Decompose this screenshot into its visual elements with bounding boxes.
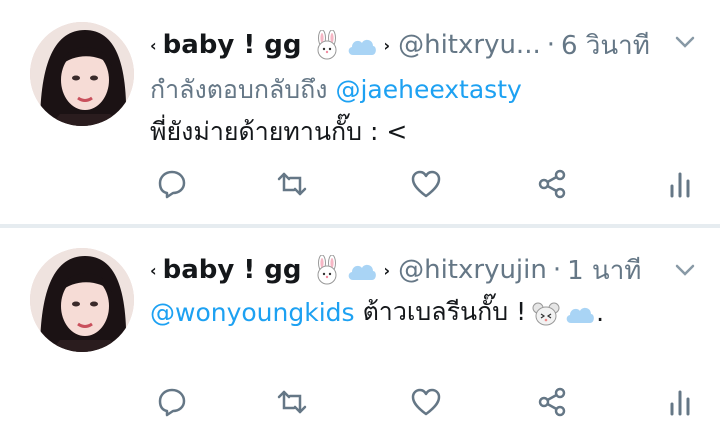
cloud-emoji: [564, 298, 596, 327]
handle[interactable]: @hitxryujin: [398, 255, 547, 285]
tweet[interactable]: ‹ baby ! gg › @h: [0, 0, 720, 224]
tweet-header: ‹ baby ! gg › @h: [150, 25, 650, 65]
cloud-emoji: [346, 30, 378, 60]
avatar[interactable]: [30, 22, 134, 126]
name-prefix: ‹: [150, 35, 157, 55]
analytics-button[interactable]: [660, 164, 700, 204]
name-suffix: ›: [383, 260, 391, 280]
cloud-emoji: [346, 255, 378, 285]
tweet-header: ‹ baby ! gg › @h: [150, 250, 641, 290]
display-name-text: baby ! gg: [162, 30, 302, 60]
mouse-emoji: [532, 298, 560, 327]
share-icon: [538, 169, 566, 199]
name-suffix: ›: [383, 35, 391, 55]
display-name[interactable]: ‹ baby ! gg ›: [150, 254, 398, 286]
share-button[interactable]: [532, 382, 572, 422]
bunny-emoji: [312, 254, 342, 286]
tweet-text-end: .: [596, 297, 605, 327]
retweet-icon: [277, 390, 307, 414]
name-prefix: ‹: [150, 260, 157, 280]
like-icon: [411, 388, 441, 416]
tweet[interactable]: ‹ baby ! gg › @h: [0, 228, 720, 441]
retweet-icon: [277, 172, 307, 196]
reply-mention-link[interactable]: @jaeheextasty: [335, 75, 521, 104]
tweet-text-content: ต้าวเบลรีนกั๊บ !: [362, 297, 527, 326]
like-icon: [411, 170, 441, 198]
retweet-button[interactable]: [272, 382, 312, 422]
timestamp[interactable]: 6 วินาที: [561, 25, 650, 66]
analytics-icon: [670, 390, 690, 416]
chevron-down-icon[interactable]: [674, 250, 696, 290]
reply-context: กำลังตอบกลับถึง @jaeheextasty: [150, 70, 522, 110]
display-name-text: baby ! gg: [162, 255, 302, 285]
timestamp[interactable]: 1 นาที: [567, 250, 641, 291]
separator: ·: [546, 30, 555, 60]
retweet-button[interactable]: [272, 164, 312, 204]
display-name[interactable]: ‹ baby ! gg ›: [150, 29, 398, 61]
tweet-actions: [150, 164, 710, 204]
reply-button[interactable]: [152, 382, 192, 422]
mention-link[interactable]: @wonyoungkids: [150, 298, 355, 327]
analytics-icon: [670, 172, 690, 198]
analytics-button[interactable]: [660, 382, 700, 422]
share-icon: [538, 387, 566, 417]
handle[interactable]: @hitxryu...: [398, 30, 541, 60]
like-button[interactable]: [406, 164, 446, 204]
reply-icon: [158, 170, 186, 199]
share-button[interactable]: [532, 164, 572, 204]
chevron-down-icon[interactable]: [674, 22, 696, 62]
tweet-text-content: พี่ยังม่ายด้ายทานกั๊บ : <: [150, 117, 408, 146]
tweet-text: @wonyoungkids ต้าวเบลรีนกั๊บ ! .: [150, 292, 604, 332]
reply-button[interactable]: [152, 164, 192, 204]
like-button[interactable]: [406, 382, 446, 422]
avatar[interactable]: [30, 248, 134, 352]
bunny-emoji: [312, 29, 342, 61]
tweet-actions: [150, 382, 710, 422]
reply-prefix: กำลังตอบกลับถึง: [150, 75, 328, 104]
reply-icon: [158, 388, 186, 417]
separator: ·: [552, 255, 562, 285]
tweet-text: พี่ยังม่ายด้ายทานกั๊บ : <: [150, 112, 407, 152]
